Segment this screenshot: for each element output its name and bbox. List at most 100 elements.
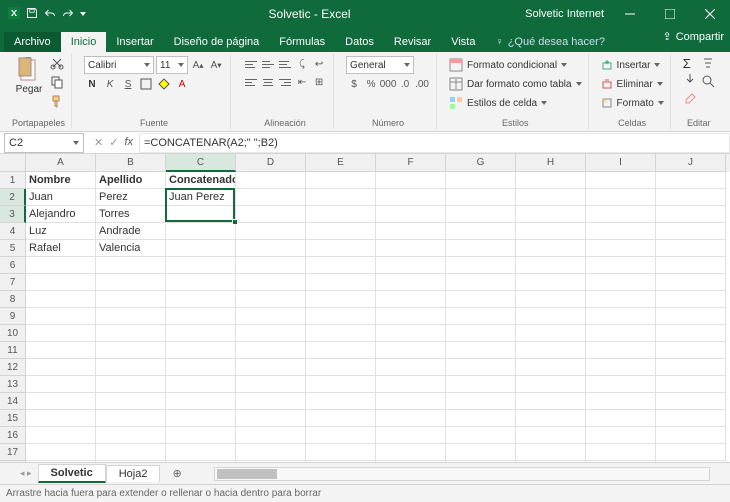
tab-view[interactable]: Vista [441,32,485,52]
col-header-A[interactable]: A [26,154,96,172]
cell[interactable] [586,274,656,291]
cell[interactable] [446,172,516,189]
align-top-icon[interactable] [243,56,259,72]
col-header-F[interactable]: F [376,154,446,172]
cell[interactable] [166,393,236,410]
cell[interactable] [236,206,306,223]
cell[interactable]: Apellido [96,172,166,189]
cell[interactable] [26,376,96,393]
row-header[interactable]: 13 [0,376,26,393]
cell[interactable] [656,206,726,223]
tab-review[interactable]: Revisar [384,32,441,52]
cell[interactable] [656,308,726,325]
col-header-H[interactable]: H [516,154,586,172]
cell[interactable] [236,376,306,393]
cell[interactable] [656,444,726,461]
cell[interactable] [586,206,656,223]
tab-home[interactable]: Inicio [61,32,107,52]
align-center-icon[interactable] [260,74,276,90]
cell[interactable] [586,172,656,189]
undo-icon[interactable] [44,7,56,22]
row-header[interactable]: 16 [0,427,26,444]
cell[interactable] [166,359,236,376]
autosum-icon[interactable]: Σ [683,56,697,71]
cell[interactable] [376,342,446,359]
cell[interactable] [516,257,586,274]
comma-icon[interactable]: 000 [380,76,396,92]
cell[interactable] [446,342,516,359]
col-header-C[interactable]: C [166,154,236,172]
sheet-nav[interactable]: ◂ ▸ [20,468,38,479]
cell[interactable] [236,461,306,462]
cell[interactable]: Luz [26,223,96,240]
cell[interactable] [96,444,166,461]
cell[interactable] [96,393,166,410]
cell[interactable] [96,342,166,359]
cell[interactable] [166,274,236,291]
cell[interactable] [96,410,166,427]
row-header[interactable]: 5 [0,240,26,257]
cell[interactable] [306,223,376,240]
delete-cells-button[interactable]: Eliminar [601,75,664,93]
cell[interactable] [26,325,96,342]
cell[interactable] [586,240,656,257]
cell[interactable] [656,223,726,240]
cell[interactable] [236,223,306,240]
cell[interactable] [656,257,726,274]
cell[interactable] [306,325,376,342]
cell[interactable]: Perez [96,189,166,206]
cell[interactable] [446,189,516,206]
minimize-button[interactable] [610,0,650,28]
align-middle-icon[interactable] [260,56,276,72]
cell[interactable] [516,342,586,359]
cell[interactable] [446,427,516,444]
sort-filter-icon[interactable] [701,56,715,73]
cell[interactable] [96,257,166,274]
merge-icon[interactable]: ⊞ [311,74,327,90]
cell[interactable] [376,410,446,427]
cell[interactable] [166,376,236,393]
cell[interactable] [446,240,516,257]
align-left-icon[interactable] [243,74,259,90]
row-header[interactable]: 10 [0,325,26,342]
cell[interactable] [236,274,306,291]
cell[interactable] [306,189,376,206]
formula-input[interactable]: =CONCATENAR(A2;" ";B2) [139,133,730,153]
cell[interactable] [236,444,306,461]
cell[interactable] [656,376,726,393]
cell[interactable] [586,189,656,206]
cell[interactable] [166,342,236,359]
cell[interactable]: Alejandro [26,206,96,223]
cell[interactable] [516,410,586,427]
cell[interactable] [516,461,586,462]
cell[interactable] [306,410,376,427]
cell[interactable] [166,325,236,342]
name-box[interactable]: C2 [4,133,84,153]
cell[interactable] [166,206,236,223]
cell[interactable] [26,342,96,359]
col-header-B[interactable]: B [96,154,166,172]
cell[interactable] [236,342,306,359]
row-header[interactable]: 2 [0,189,26,206]
cell[interactable] [656,291,726,308]
cell[interactable] [306,240,376,257]
cell[interactable] [376,274,446,291]
cell[interactable] [306,427,376,444]
cell[interactable] [376,206,446,223]
cell[interactable]: Rafael [26,240,96,257]
format-cells-button[interactable]: Formato [601,94,664,112]
cell[interactable] [96,274,166,291]
cell[interactable] [446,444,516,461]
decrease-decimal-icon[interactable]: .00 [414,76,430,92]
cell[interactable] [516,444,586,461]
cell[interactable] [166,461,236,462]
cancel-formula-icon[interactable]: ✕ [94,136,103,149]
row-header[interactable]: 14 [0,393,26,410]
cell[interactable] [446,308,516,325]
cell[interactable] [236,325,306,342]
save-icon[interactable] [26,7,38,22]
clear-icon[interactable] [683,90,697,107]
cell[interactable] [586,359,656,376]
cell[interactable] [376,308,446,325]
cell[interactable] [446,359,516,376]
